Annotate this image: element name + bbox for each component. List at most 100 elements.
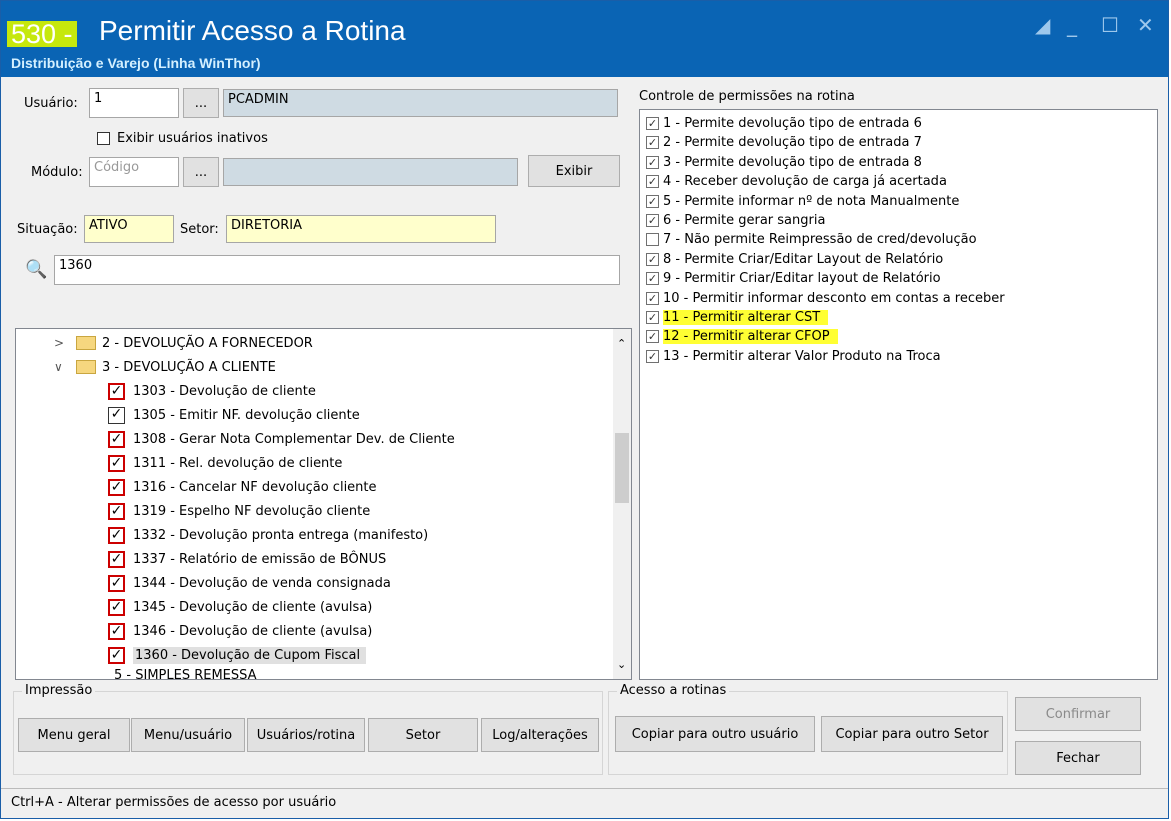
checkbox-checked-icon[interactable]: ✓ — [108, 406, 125, 424]
checkbox-checked-icon[interactable]: ✓ — [108, 478, 125, 496]
scroll-down-icon[interactable]: ⌄ — [617, 658, 626, 671]
exibir-button[interactable]: Exibir — [528, 155, 620, 187]
permission-item[interactable]: ✓ 4 - Receber devolução de carga já acert… — [646, 172, 947, 191]
checkbox-checked-icon[interactable]: ✓ — [646, 155, 659, 169]
permission-item[interactable]: ✓ 13 - Permitir alterar Valor Produto na … — [646, 347, 941, 366]
permission-item[interactable]: ✓ 6 - Permite gerar sangria — [646, 211, 825, 230]
impressao-group: Impressão Menu geral Menu/usuário Usuári… — [13, 683, 603, 775]
log-alteracoes-button[interactable]: Log/alterações — [481, 718, 599, 752]
checkbox-checked-icon[interactable]: ✓ — [646, 330, 659, 344]
tree-group[interactable]: >2 - DEVOLUÇÃO A FORNECEDOR — [54, 332, 313, 354]
permission-item[interactable]: ✓ 1 - Permite devolução tipo de entrada 6 — [646, 114, 922, 133]
permission-item[interactable]: ✓ 8 - Permite Criar/Editar Layout de Rela… — [646, 250, 943, 269]
permission-item[interactable]: 7 - Não permite Reimpressão de cred/devo… — [646, 230, 977, 249]
copiar-setor-button[interactable]: Copiar para outro Setor — [821, 716, 1003, 752]
acesso-group: Acesso a rotinas Copiar para outro usuár… — [608, 683, 1008, 775]
tree-item[interactable]: ✓ 1305 - Emitir NF. devolução cliente — [108, 404, 360, 426]
checkbox-checked-icon[interactable]: ✓ — [108, 622, 125, 640]
chevron-right-icon[interactable]: > — [54, 336, 70, 350]
usuario-code-input[interactable]: 1 — [89, 88, 179, 118]
setor-field: DIRETORIA — [226, 215, 496, 243]
scroll-thumb[interactable] — [615, 433, 629, 503]
tree-scrollbar[interactable]: ⌃ ⌄ — [613, 329, 631, 679]
tree-item[interactable]: ✓ 1303 - Devolução de cliente — [108, 380, 316, 402]
modulo-browse-button[interactable]: ... — [183, 157, 219, 187]
permission-item[interactable]: ✓ 5 - Permite informar nº de nota Manualm… — [646, 192, 959, 211]
checkbox-checked-icon[interactable]: ✓ — [108, 502, 125, 520]
close-icon[interactable]: ✕ — [1137, 13, 1154, 37]
checkbox-unchecked-icon[interactable] — [646, 233, 659, 247]
fechar-button[interactable]: Fechar — [1015, 741, 1141, 775]
restore-icon[interactable]: ◢ — [1035, 13, 1050, 37]
tree-item[interactable]: ✓ 1316 - Cancelar NF devolução cliente — [108, 476, 377, 498]
permission-label: 1 - Permite devolução tipo de entrada 6 — [663, 116, 922, 131]
tree-item[interactable]: ✓ 1319 - Espelho NF devolução cliente — [108, 500, 370, 522]
tree-group[interactable]: ∨ 3 - DEVOLUÇÃO A CLIENTE — [54, 356, 276, 378]
main-window: 530 - Permitir Acesso a Rotina Distribui… — [0, 0, 1169, 819]
checkbox-checked-icon[interactable]: ✓ — [646, 194, 659, 208]
checkbox-checked-icon[interactable]: ✓ — [108, 382, 125, 400]
tree-item[interactable]: ✓ 1346 - Devolução de cliente (avulsa) — [108, 620, 372, 642]
tree-item-label: 1308 - Gerar Nota Complementar Dev. de C… — [133, 431, 455, 447]
tree-item-label: 1344 - Devolução de venda consignada — [133, 575, 391, 591]
tree-item[interactable]: ✓ 1311 - Rel. devolução de cliente — [108, 452, 342, 474]
confirmar-button[interactable]: Confirmar — [1015, 697, 1141, 731]
tree-item[interactable]: ✓ 1337 - Relatório de emissão de BÔNUS — [108, 548, 386, 570]
checkbox-checked-icon[interactable]: ✓ — [108, 574, 125, 592]
acesso-title: Acesso a rotinas — [617, 683, 730, 698]
modulo-code-input[interactable]: Código — [89, 157, 179, 187]
checkbox-checked-icon[interactable]: ✓ — [646, 291, 659, 305]
permission-item[interactable]: ✓ 10 - Permitir informar desconto em cont… — [646, 289, 1005, 308]
tree-item-label: 1316 - Cancelar NF devolução cliente — [133, 479, 377, 495]
routine-tree[interactable]: >2 - DEVOLUÇÃO A FORNECEDOR ∨ 3 - DEVOLUÇÃ… — [15, 328, 632, 680]
setor-button[interactable]: Setor — [368, 718, 478, 752]
checkbox-checked-icon[interactable]: ✓ — [646, 117, 659, 130]
copiar-usuario-button[interactable]: Copiar para outro usuário — [615, 716, 815, 752]
permissions-title: Controle de permissões na rotina — [639, 89, 855, 104]
usuarios-rotina-button[interactable]: Usuários/rotina — [247, 718, 365, 752]
tree-item[interactable]: ✓ 1332 - Devolução pronta entrega (manife… — [108, 524, 428, 546]
chevron-down-icon[interactable]: ∨ — [54, 360, 70, 374]
tree-item[interactable]: ✓ 1345 - Devolução de cliente (avulsa) — [108, 596, 372, 618]
maximize-icon[interactable]: ☐ — [1101, 13, 1119, 37]
situacao-field: ATIVO — [84, 215, 174, 243]
scroll-up-icon[interactable]: ⌃ — [617, 337, 626, 350]
tree-item[interactable]: ✓ 1308 - Gerar Nota Complementar Dev. de … — [108, 428, 455, 450]
tree-item[interactable]: ✓ 1344 - Devolução de venda consignada — [108, 572, 391, 594]
search-input[interactable]: 1360 — [54, 255, 620, 285]
permission-item[interactable]: ✓ 12 - Permitir alterar CFOP — [646, 327, 838, 346]
window-title: Permitir Acesso a Rotina — [99, 15, 406, 46]
checkbox-checked-icon[interactable]: ✓ — [108, 526, 125, 544]
checkbox-checked-icon[interactable]: ✓ — [646, 214, 659, 227]
inativos-label: Exibir usuários inativos — [117, 131, 268, 146]
permissions-list[interactable]: ✓ 1 - Permite devolução tipo de entrada 6… — [639, 109, 1158, 680]
checkbox-checked-icon[interactable]: ✓ — [646, 175, 659, 189]
checkbox-checked-icon[interactable]: ✓ — [646, 349, 659, 363]
tree-item-label: 1337 - Relatório de emissão de BÔNUS — [133, 551, 387, 567]
checkbox-checked-icon[interactable]: ✓ — [108, 598, 125, 616]
checkbox-checked-icon[interactable]: ✓ — [108, 454, 125, 472]
tree-group-label: 5 - SIMPLES REMESSA — [114, 668, 257, 680]
checkbox-checked-icon[interactable]: ✓ — [646, 136, 659, 150]
checkbox-checked-icon[interactable]: ✓ — [108, 646, 125, 664]
permission-label: 10 - Permitir informar desconto em conta… — [663, 290, 1005, 306]
checkbox-checked-icon[interactable]: ✓ — [108, 430, 125, 448]
permission-label: 6 - Permite gerar sangria — [663, 213, 826, 228]
tree-group-partial[interactable]: 5 - SIMPLES REMESSA — [54, 668, 257, 680]
usuario-label: Usuário: — [24, 96, 78, 111]
usuario-browse-button[interactable]: ... — [183, 88, 219, 118]
checkbox-checked-icon[interactable]: ✓ — [646, 272, 659, 286]
tree-item[interactable]: ✓ 1360 - Devolução de Cupom Fiscal — [108, 644, 367, 666]
minimize-icon[interactable]: _ — [1067, 13, 1077, 37]
permission-item[interactable]: ✓ 2 - Permite devolução tipo de entrada 7 — [646, 133, 922, 152]
permission-item[interactable]: ✓ 9 - Permitir Criar/Editar layout de Rel… — [646, 269, 941, 288]
checkbox-checked-icon[interactable]: ✓ — [108, 550, 125, 568]
folder-icon — [76, 336, 96, 350]
menu-usuario-button[interactable]: Menu/usuário — [131, 718, 245, 752]
inativos-checkbox[interactable] — [97, 132, 110, 145]
menu-geral-button[interactable]: Menu geral — [18, 718, 130, 752]
checkbox-checked-icon[interactable]: ✓ — [646, 311, 659, 324]
permission-item[interactable]: ✓ 11 - Permitir alterar CST — [646, 308, 829, 327]
checkbox-checked-icon[interactable]: ✓ — [646, 252, 659, 266]
permission-item[interactable]: ✓ 3 - Permite devolução tipo de entrada 8 — [646, 153, 922, 172]
